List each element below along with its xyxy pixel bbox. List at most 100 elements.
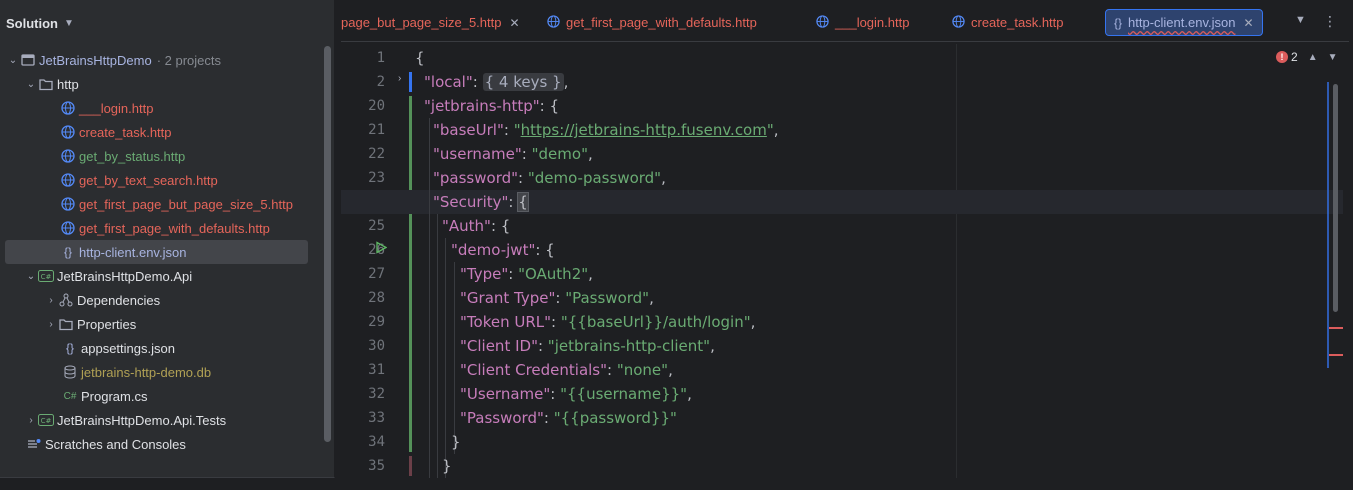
code-line: "Password": "{{password}}": [460, 409, 677, 427]
tree-item-program-cs[interactable]: C# Program.cs: [0, 384, 310, 408]
chevron-right-icon[interactable]: ›: [24, 415, 38, 426]
globe-icon: [952, 14, 965, 31]
tab-get-first-page-but-page-size-5[interactable]: page_but_page_size_5.http ✕: [341, 9, 520, 36]
close-icon[interactable]: ✕: [509, 16, 519, 30]
error-stripe-mark[interactable]: [1329, 354, 1343, 356]
change-marker-modified[interactable]: [409, 72, 412, 92]
chevron-right-icon[interactable]: ›: [44, 319, 58, 330]
indent-guide: [429, 118, 430, 478]
database-icon: [62, 364, 78, 380]
line-number: 1: [376, 50, 385, 66]
tree-item-dependencies[interactable]: › Dependencies: [0, 288, 310, 312]
svg-text:C#: C#: [41, 417, 52, 425]
chevron-down-icon[interactable]: ▼: [1295, 14, 1306, 26]
svg-text:C#: C#: [41, 273, 52, 281]
globe-icon: [60, 124, 76, 140]
globe-icon: [60, 220, 76, 236]
editor-scrollbar[interactable]: [1333, 84, 1338, 312]
tree-item-label: get_first_page_but_page_size_5.http: [79, 196, 293, 212]
tree-item-appsettings-json[interactable]: {} appsettings.json: [0, 336, 310, 360]
tree-item-api-tests-project[interactable]: › C# JetBrainsHttpDemo.Api.Tests: [0, 408, 310, 432]
tree-item-solution[interactable]: ⌄ JetBrainsHttpDemo · 2 projects: [0, 48, 310, 72]
tab-http-client-env-json[interactable]: {} http-client.env.json ✕: [1105, 9, 1263, 36]
tree-item-api-project[interactable]: ⌄ C# JetBrainsHttpDemo.Api: [0, 264, 310, 288]
tab-create-task[interactable]: create_task.http: [952, 9, 1064, 36]
line-number: 35: [368, 458, 385, 474]
globe-icon: [60, 148, 76, 164]
code-line: "local": { 4 keys },: [424, 73, 569, 91]
line-number: 28: [368, 290, 385, 306]
tab-label: create_task.http: [971, 15, 1064, 30]
code-line: "Token URL": "{{baseUrl}}/auth/login",: [460, 313, 756, 331]
tab-label: get_first_page_with_defaults.http: [566, 15, 757, 30]
error-count: 2: [1291, 50, 1298, 64]
code-line: "Username": "{{username}}",: [460, 385, 692, 403]
tree-item-label: get_by_text_search.http: [79, 172, 218, 188]
tree-item-label: Dependencies: [77, 292, 161, 308]
tree-item-http-client-env-json[interactable]: {} http-client.env.json: [5, 240, 308, 264]
chevron-down-icon[interactable]: ⌄: [6, 55, 20, 66]
tree-item-scratches[interactable]: Scratches and Consoles: [0, 432, 310, 456]
chevron-down-icon[interactable]: ⌄: [24, 79, 38, 90]
tree-item-label: JetBrainsHttpDemo.Api: [57, 268, 193, 284]
more-vertical-icon[interactable]: ⋮: [1323, 13, 1337, 30]
tree-item-http-folder[interactable]: ⌄ http: [0, 72, 310, 96]
line-number: 32: [368, 386, 385, 402]
code-line: "username": "demo",: [433, 145, 593, 163]
csharp-project-icon: C#: [38, 268, 54, 284]
code-line: "baseUrl": "https://jetbrains-http.fusen…: [433, 121, 779, 139]
globe-icon: [60, 172, 76, 188]
line-number: 27: [368, 266, 385, 282]
code-editor[interactable]: { "local": { 4 keys }, "jetbrains-http":…: [341, 44, 1345, 478]
code-line: "password": "demo-password",: [433, 169, 666, 187]
solution-explorer: Solution ▼ ⌄ JetBrainsHttpDemo · 2 proje…: [0, 0, 335, 478]
tree-item-get-first-page-but-page-size-5-http[interactable]: get_first_page_but_page_size_5.http: [0, 192, 310, 216]
code-line: "Client Credentials": "none",: [460, 361, 673, 379]
tree-item-label: Scratches and Consoles: [45, 436, 186, 452]
tree-item-get-by-text-search-http[interactable]: get_by_text_search.http: [0, 168, 310, 192]
chevron-right-icon[interactable]: ›: [398, 73, 401, 84]
chevron-down-icon[interactable]: ▼: [64, 18, 74, 29]
close-icon[interactable]: ✕: [1243, 16, 1253, 30]
tree-item-get-first-page-with-defaults-http[interactable]: get_first_page_with_defaults.http: [0, 216, 310, 240]
sidebar-title[interactable]: Solution: [6, 16, 58, 31]
scroll-highlight: [1327, 82, 1329, 368]
chevron-right-icon[interactable]: ›: [44, 295, 58, 306]
tab-get-first-page-with-defaults[interactable]: get_first_page_with_defaults.http: [547, 9, 757, 36]
chevron-down-icon[interactable]: ▼: [1328, 52, 1338, 63]
chevron-up-icon[interactable]: ▲: [1308, 52, 1318, 63]
inspection-widget[interactable]: ! 2 ▲ ▼: [1276, 50, 1338, 64]
code-line: "Type": "OAuth2",: [460, 265, 593, 283]
json-icon: {}: [63, 245, 72, 259]
line-number: 23: [368, 170, 385, 186]
tab-login[interactable]: ___login.http: [816, 9, 909, 36]
tree-item-suffix: · 2 projects: [156, 52, 222, 68]
chevron-down-icon[interactable]: ⌄: [24, 271, 38, 282]
url-link[interactable]: https://jetbrains-http.fusenv.com: [521, 121, 767, 139]
indent-guide: [437, 214, 438, 478]
tab-label: page_but_page_size_5.http: [341, 15, 502, 30]
line-number: 21: [368, 122, 385, 138]
tree-item-login-http[interactable]: ___login.http: [0, 96, 310, 120]
code-line: "demo-jwt": {: [451, 241, 555, 259]
indent-guide: [454, 262, 455, 454]
json-icon: {}: [65, 341, 74, 355]
sidebar-scrollbar[interactable]: [324, 46, 331, 442]
code-line: "Auth": {: [442, 217, 511, 235]
code-line: }: [451, 433, 461, 451]
code-line: "Client ID": "jetbrains-http-client",: [460, 337, 715, 355]
tree-item-label: jetbrains-http-demo.db: [81, 364, 212, 380]
sidebar-header[interactable]: Solution ▼: [0, 0, 334, 46]
run-icon[interactable]: [375, 241, 388, 257]
tree-item-database[interactable]: jetbrains-http-demo.db: [0, 360, 310, 384]
tree-item-get-by-status-http[interactable]: get_by_status.http: [0, 144, 310, 168]
folded-region[interactable]: { 4 keys }: [482, 73, 564, 91]
error-stripe-mark[interactable]: [1329, 327, 1343, 329]
change-marker-added[interactable]: [409, 96, 412, 452]
change-marker-deleted[interactable]: [409, 456, 412, 476]
tree-item-create-task-http[interactable]: create_task.http: [0, 120, 310, 144]
folder-icon: [38, 76, 54, 92]
tree-item-label: JetBrainsHttpDemo.Api.Tests: [57, 412, 227, 428]
tree-item-properties[interactable]: › Properties: [0, 312, 310, 336]
line-number: 22: [368, 146, 385, 162]
